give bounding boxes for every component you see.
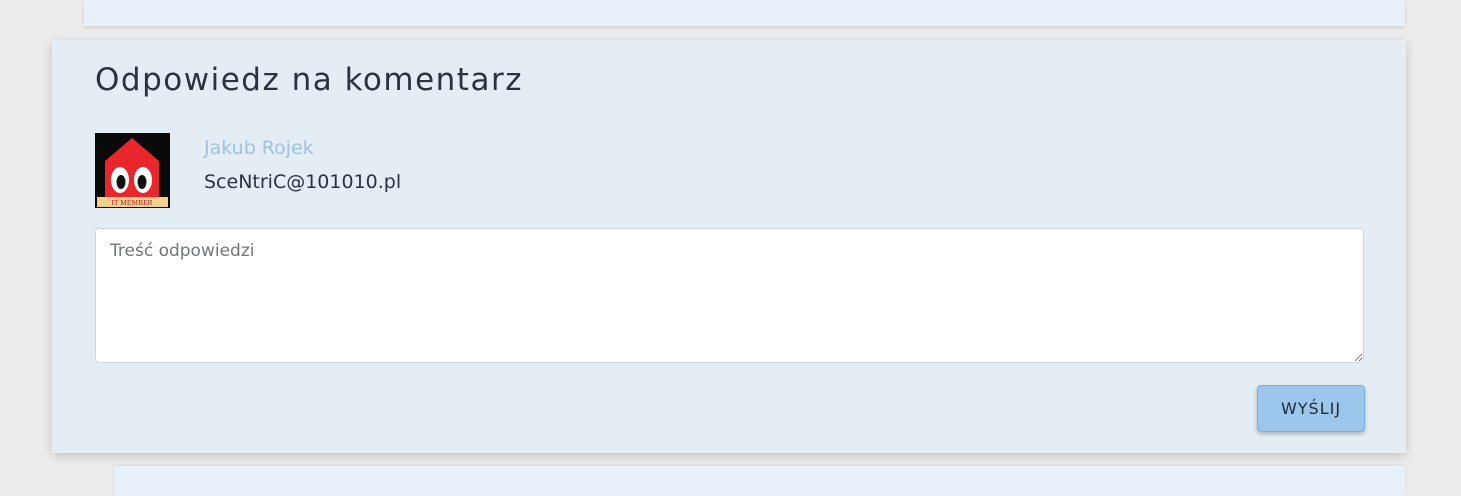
avatar-badge-text: IT MEMBER [111,198,152,207]
avatar-mascot-image: IT MEMBER [95,133,170,208]
send-reply-button[interactable]: WYŚLIJ [1257,385,1365,432]
author-name-link[interactable]: Jakub Rojek [204,137,314,159]
previous-comment-card [84,0,1405,26]
reply-form-panel: Odpowiedz na komentarz IT MEMBER Jakub R… [52,40,1406,453]
reply-content-input[interactable] [95,228,1364,363]
chevron-down-icon[interactable] [1355,0,1365,2]
reply-form-title: Odpowiedz na komentarz [95,62,523,98]
author-avatar: IT MEMBER [95,133,170,208]
next-comment-card [114,466,1405,496]
author-email: SceNtriC@101010.pl [204,171,402,193]
